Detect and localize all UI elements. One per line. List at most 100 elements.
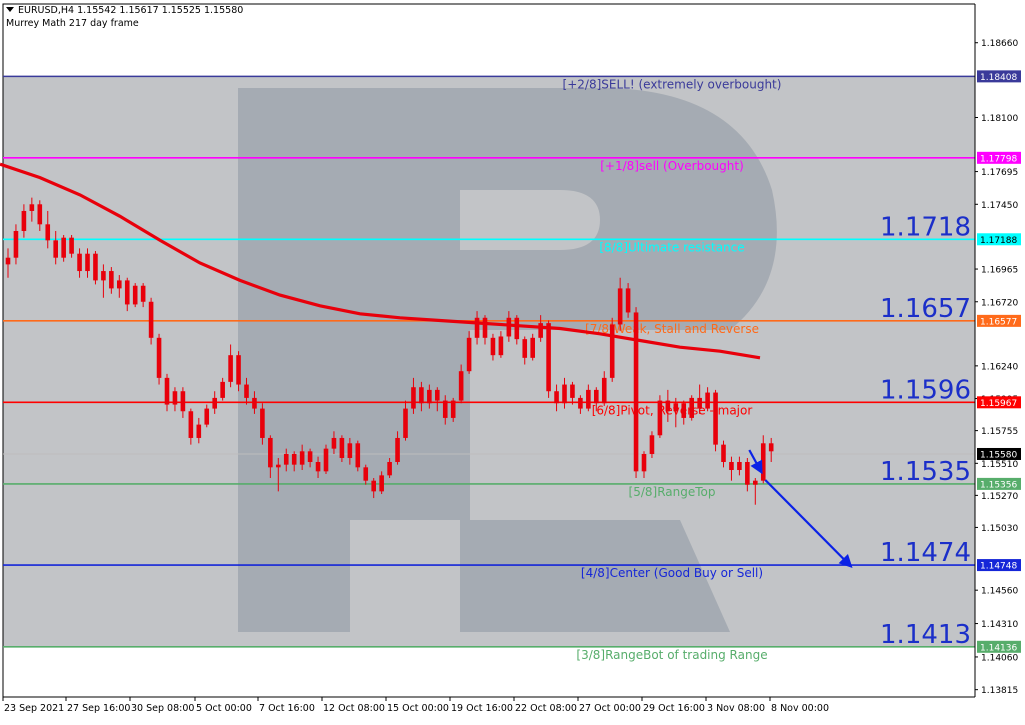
candle-body [13,230,19,258]
candle-body [395,437,400,462]
candle-body [737,461,742,471]
candle-body [109,271,114,289]
price-chart: [+2/8]SELL! (extremely overbought) [+1/8]… [0,0,1025,720]
candle-body [283,453,289,465]
candle-body [204,408,210,425]
candle-body [228,355,233,382]
price-tag: 1.16577 [980,317,1017,327]
time-tick-label: 19 Oct 16:00 [451,703,513,714]
price-tag: 1.17798 [980,154,1017,164]
candle-body [665,400,671,412]
candle-body [482,317,488,338]
candle-body [753,480,758,485]
candle-body [729,461,734,471]
candle-body [291,453,297,465]
candle-body [180,391,186,412]
level-label: [4/8]Center (Good Buy or Sell) [581,566,763,580]
candle-body [403,408,408,438]
price-tag: 1.15356 [980,480,1017,490]
candle [713,389,718,452]
time-tick-label: 29 Oct 16:00 [643,703,705,714]
candle-body [355,443,361,468]
time-tick-label: 27 Oct 00:00 [579,703,641,714]
time-tick-label: 3 Nov 08:00 [707,703,765,714]
candle [609,317,615,382]
candle-body [21,210,27,231]
candle [530,333,535,361]
level-label: [3/8]RangeBot of trading Range [576,648,767,662]
price-tick-label: 1.15755 [981,427,1018,437]
triangle-down-icon[interactable] [6,7,14,12]
candle-body [172,391,178,405]
chart-root: [+2/8]SELL! (extremely overbought) [+1/8]… [0,0,1025,720]
candle-body [450,400,456,418]
candle-body [77,253,82,272]
level-label: [+2/8]SELL! (extremely overbought) [563,77,782,91]
candle [633,307,639,479]
candle-body [156,337,162,378]
candle [148,297,154,345]
level-label: [5/8]RangeTop [629,485,716,499]
candle-body [617,288,623,325]
candle [156,333,162,385]
candle-body [578,397,583,409]
candle [689,395,694,421]
candle-body [132,285,138,305]
candle-body [411,387,416,409]
candle-body [307,451,313,462]
candle-body [101,271,106,281]
candle-body [514,317,520,340]
candle-body [768,443,774,452]
candle-body [554,391,559,404]
candle-body [609,324,615,378]
candle-body [546,323,551,392]
candle-body [506,317,512,337]
price-tag: 1.17188 [980,236,1017,246]
candle-body [435,389,440,401]
candle-body [713,392,718,445]
candle-body [124,280,130,305]
candle-body [29,204,35,211]
candle-body [466,337,472,372]
candle-body [196,424,202,438]
level-big-label: 1.1718 [880,212,971,242]
time-tick-label: 12 Oct 08:00 [323,703,385,714]
price-tick-label: 1.16720 [981,298,1018,308]
candle-body [117,280,122,289]
candle-body [299,451,305,465]
time-tick-label: 22 Oct 08:00 [515,703,577,714]
time-tick-label: 23 Sep 2021 [4,703,64,714]
candle-body [498,336,504,356]
candle-body [586,389,591,409]
candle-body [387,461,392,476]
candle-body [323,448,329,472]
time-tick-label: 7 Oct 16:00 [259,703,315,714]
candle [132,283,138,308]
candle-body [641,453,647,472]
candle-body [570,384,575,398]
candle-body [244,384,249,398]
candle-body [760,443,766,481]
price-tag: 1.14136 [980,643,1017,653]
price-tick-label: 1.13815 [981,686,1018,696]
candle-body [689,397,694,418]
candle-body [649,435,655,454]
time-axis: 23 Sep 2021 27 Sep 16:00 30 Sep 08:00 5 Oct… [2,696,975,714]
candle-body [427,389,432,404]
price-tick-label: 1.16240 [981,362,1018,372]
level-big-label: 1.1474 [880,538,971,568]
time-tick-label: 15 Oct 00:00 [387,703,449,714]
candle-body [347,443,353,458]
candle [546,320,551,398]
candle-body [657,400,663,436]
level-big-label: 1.1596 [880,375,971,405]
candle-body [745,461,750,485]
candle-body [315,461,321,472]
price-tick-label: 1.18100 [981,114,1018,124]
price-tick-label: 1.14060 [981,653,1018,663]
candle-body [69,237,74,254]
price-tick-label: 1.15030 [981,524,1018,534]
candle [657,395,663,438]
candle-body [252,397,257,409]
candle-body [276,464,281,468]
